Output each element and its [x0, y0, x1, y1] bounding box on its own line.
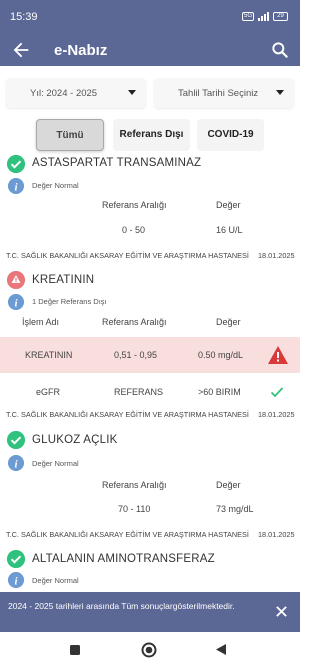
signal-icon	[258, 12, 269, 21]
chevron-down-icon	[128, 90, 136, 95]
page-title: e-Nabız	[54, 42, 108, 59]
test-name: ASTASPARTAT TRANSAMINAZ	[32, 157, 202, 169]
info-icon[interactable]: i	[8, 572, 24, 588]
test-value: 73 mg/dL	[216, 504, 254, 514]
status-time: 15:39	[10, 11, 38, 23]
info-icon[interactable]: i	[8, 178, 24, 194]
check-icon	[7, 155, 25, 173]
search-icon[interactable]	[270, 40, 290, 60]
app-bar: e-Nabız	[0, 34, 300, 66]
reference-range: 0 - 50	[122, 225, 146, 235]
info-icon[interactable]: i	[8, 294, 24, 310]
check-icon	[7, 550, 25, 568]
back-arrow-icon[interactable]	[10, 39, 32, 61]
test-status: 1 Değer Referans Dışı	[32, 297, 107, 306]
tab-all[interactable]: Tümü	[36, 119, 104, 151]
status-bar: 15:39 5G 29	[0, 0, 300, 34]
home-icon[interactable]	[141, 642, 157, 658]
filter-bar: Yıl: 2024 - 2025 Tahlil Tarihi Seçiniz	[0, 78, 300, 108]
column-header-name: İşlem Adı	[22, 317, 60, 327]
test-value: 16 U/L	[216, 225, 243, 235]
row-value: >60 BIRIM	[198, 387, 241, 397]
test-status: Değer Normal	[32, 576, 79, 585]
test-name: GLUKOZ AÇLIK	[32, 434, 118, 446]
check-icon	[7, 431, 25, 449]
test-card-glukoz[interactable]: GLUKOZ AÇLIK i Değer Normal Referans Ara…	[0, 428, 300, 520]
test-date: 18.01.2025	[258, 530, 295, 539]
test-card-kreatinin[interactable]: KREATININ i 1 Değer Referans Dışı İşlem …	[0, 268, 300, 336]
warning-icon	[7, 271, 25, 289]
hospital-name: T.C. SAĞLIK BAKANLIĞI AKSARAY EĞİTİM VE …	[6, 530, 249, 539]
year-dropdown[interactable]: Yıl: 2024 - 2025	[6, 78, 146, 108]
test-name: ALTALANIN AMINOTRANSFERAZ	[32, 553, 215, 565]
system-icons: 5G 29	[241, 12, 288, 21]
row-test-name: eGFR	[36, 387, 61, 397]
test-name: KREATININ	[32, 274, 95, 286]
table-row-out-of-range[interactable]: KREATININ 0,51 - 0,95 0.50 mg/dL	[0, 337, 300, 373]
filter-tabs: Tümü Referans Dışı COVID-19	[0, 119, 300, 151]
year-dropdown-label: Yıl: 2024 - 2025	[30, 88, 98, 99]
test-status: Değer Normal	[32, 181, 79, 190]
column-header-reference: Referans Aralığı	[102, 480, 167, 490]
tab-covid[interactable]: COVID-19	[197, 119, 264, 151]
row-reference-range: 0,51 - 0,95	[114, 350, 158, 360]
system-nav-bar	[0, 632, 300, 668]
date-dropdown[interactable]: Tahlil Tarihi Seçiniz	[154, 78, 294, 108]
column-header-reference: Referans Aralığı	[102, 317, 167, 327]
chevron-down-icon	[276, 90, 284, 95]
alert-triangle-icon	[268, 346, 288, 364]
hospital-name: T.C. SAĞLIK BAKANLIĞI AKSARAY EĞİTİM VE …	[6, 251, 249, 260]
column-header-value: Değer	[216, 200, 241, 210]
checkmark-icon	[270, 387, 284, 398]
column-header-reference: Referans Aralığı	[102, 200, 167, 210]
snackbar-message: 2024 - 2025 tarihleri arasında Tüm sonuç…	[8, 601, 235, 611]
network-type-icon: 5G	[241, 12, 254, 21]
test-status: Değer Normal	[32, 459, 79, 468]
row-test-name: KREATININ	[25, 350, 73, 360]
date-dropdown-label: Tahlil Tarihi Seçiniz	[178, 88, 259, 99]
test-date: 18.01.2025	[258, 251, 295, 260]
reference-range: 70 - 110	[118, 504, 151, 514]
table-row[interactable]: eGFR REFERANS >60 BIRIM	[0, 380, 300, 404]
tab-out-of-range[interactable]: Referans Dışı	[113, 119, 190, 151]
info-icon[interactable]: i	[8, 455, 24, 471]
column-header-value: Değer	[216, 480, 241, 490]
column-header-value: Değer	[216, 317, 241, 327]
row-reference-range: REFERANS	[114, 387, 164, 397]
back-triangle-icon[interactable]	[215, 643, 227, 656]
battery-icon: 29	[273, 12, 288, 21]
test-card-ast[interactable]: ASTASPARTAT TRANSAMINAZ i Değer Normal R…	[0, 153, 300, 245]
close-icon[interactable]	[275, 605, 288, 618]
test-date: 18.01.2025	[258, 410, 295, 419]
snackbar: 2024 - 2025 tarihleri arasında Tüm sonuç…	[0, 592, 300, 632]
test-card-alt[interactable]: ALTALANIN AMINOTRANSFERAZ i Değer Normal	[0, 548, 300, 592]
hospital-name: T.C. SAĞLIK BAKANLIĞI AKSARAY EĞİTİM VE …	[6, 410, 249, 419]
recent-apps-icon[interactable]	[69, 644, 81, 656]
row-value: 0.50 mg/dL	[198, 350, 244, 360]
